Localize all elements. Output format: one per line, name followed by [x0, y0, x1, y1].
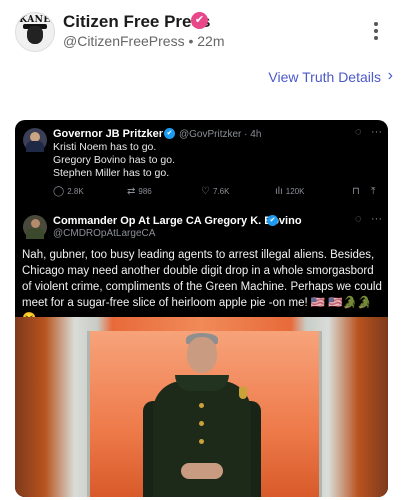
tweet1-like-stat: ♡ 7.6K [201, 186, 229, 197]
tweet1-views-count: 120K [285, 187, 305, 196]
tweet1-handle-line: @GovPritzker · 4h [179, 129, 261, 140]
tweet1-reply-stat: ◯ 2.8K [53, 186, 84, 197]
tweet1-ellipsis-icon: ··· [371, 126, 382, 138]
tweet1-line-2: Gregory Bovino has to go. [53, 154, 175, 166]
tweet2-grok-icon: ◌ [355, 213, 362, 225]
tweet1-reply-count: 2.8K [67, 187, 84, 196]
avatar-face [27, 26, 43, 44]
author-handle[interactable]: @CitizenFreePress [63, 33, 185, 49]
tweet2-avatar [23, 215, 47, 239]
more-options-icon[interactable] [370, 20, 382, 42]
bookmark-icon: ⊓ [352, 186, 360, 197]
tweet1-retweet-count: 986 [138, 187, 152, 196]
tweet1-avatar [23, 128, 47, 152]
tweet1-grok-icon: ◌ [355, 126, 362, 138]
tweet2-author-name: Commander Op At Large CA Gregory K. Bovi… [53, 215, 302, 227]
author-avatar[interactable]: KANE [15, 12, 55, 52]
view-truth-details-link[interactable]: View Truth Details [268, 69, 381, 85]
tweet1-like-count: 7.6K [212, 187, 230, 196]
tweet2-ellipsis-icon: ··· [371, 213, 382, 225]
tweet1-verified-icon: ✔ [164, 128, 175, 139]
views-icon: ılı [275, 186, 283, 197]
tweet1-views-stat: ılı 120K [275, 186, 304, 197]
tweet2-body-text: Nah, gubner, too busy leading agents to … [22, 249, 382, 325]
post-time: 22m [197, 33, 225, 49]
retweet-icon: ⇄ [127, 186, 136, 197]
tweet1-author-name: Governor JB Pritzker [53, 128, 164, 140]
like-icon: ♡ [201, 186, 210, 197]
photo-head [187, 337, 217, 373]
tweet1-line-3: Stephen Miller has to go. [53, 167, 170, 179]
separator-dot: • [188, 33, 194, 49]
photo-coat-button [199, 439, 204, 444]
tweet1-time: 4h [250, 129, 262, 140]
tweet1-handle: @GovPritzker [179, 129, 242, 140]
tweet1-line-1: Kristi Noem has to go. [53, 141, 157, 153]
photo-coat-button [199, 421, 204, 426]
author-name[interactable]: Citizen Free Press [63, 12, 210, 32]
tweet2-photo [15, 317, 388, 497]
author-handle-line: @CitizenFreePress • 22m [63, 33, 225, 49]
post-header: KANE Citizen Free Press ✔ @CitizenFreePr… [0, 0, 403, 62]
embedded-image-card[interactable]: Governor JB Pritzker ✔ @GovPritzker · 4h… [15, 120, 388, 497]
tweet2-verified-icon: ✔ [267, 215, 278, 226]
share-icon: ⤒ [371, 186, 376, 197]
verified-badge-icon: ✔ [191, 12, 208, 29]
tweet2-handle: @CMDROpAtLargeCA [53, 228, 156, 239]
tweet1-separator: · [244, 129, 248, 140]
chevron-right-icon[interactable]: › [388, 67, 393, 85]
photo-hands [181, 463, 223, 479]
reply-icon: ◯ [53, 186, 65, 197]
photo-coat-button [199, 403, 204, 408]
photo-shoulder-patch [239, 387, 247, 399]
photo-collar [175, 375, 229, 391]
tweet1-retweet-stat: ⇄ 986 [127, 186, 152, 197]
